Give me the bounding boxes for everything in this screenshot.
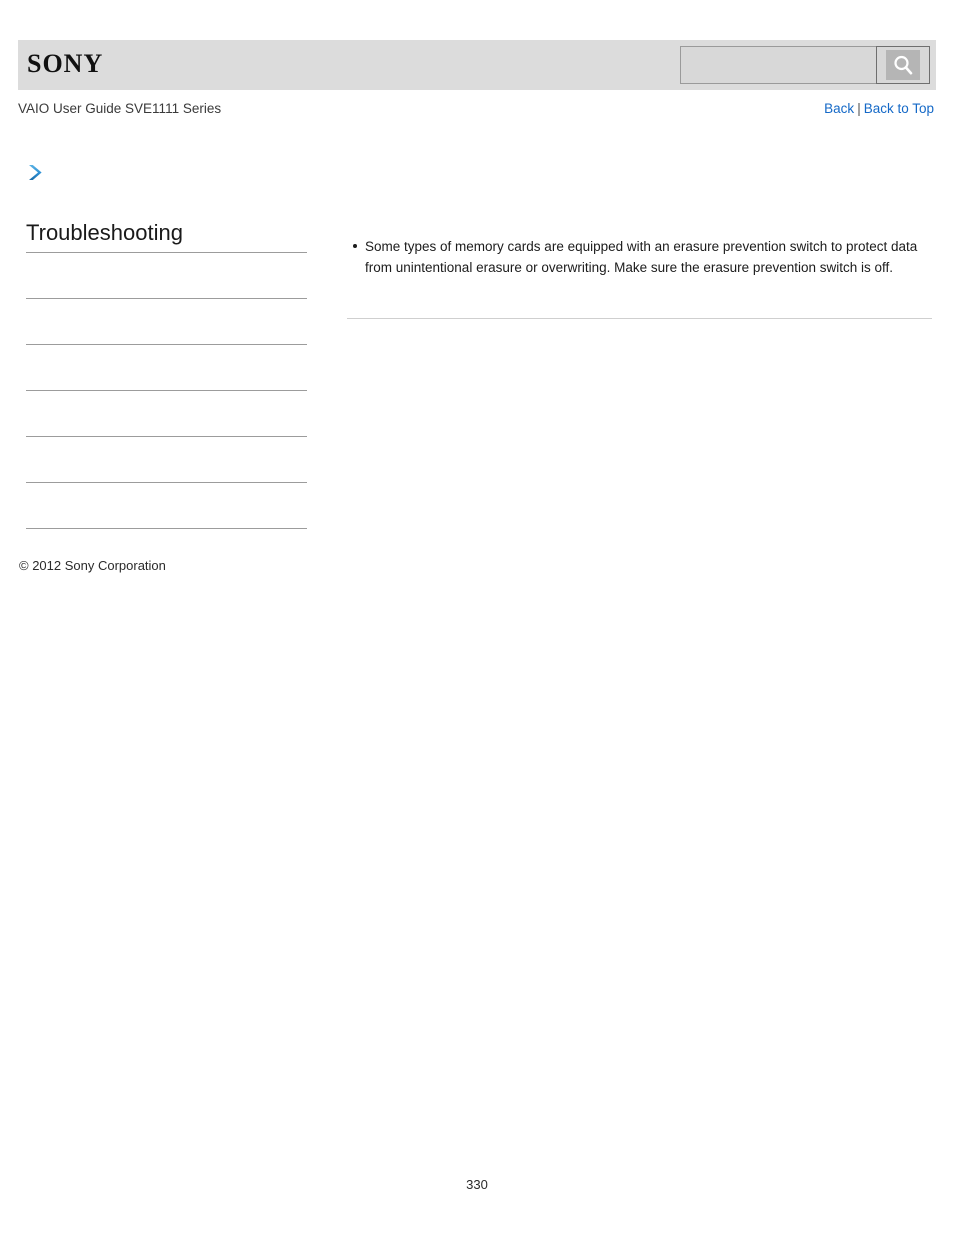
header-nav-links: Back | Back to Top [824, 101, 934, 116]
search-icon [886, 50, 920, 80]
sidebar-slot [26, 391, 307, 436]
bullet-list: Some types of memory cards are equipped … [347, 236, 932, 278]
site-header: SONY [18, 40, 936, 90]
link-separator: | [857, 101, 861, 116]
search-input[interactable] [680, 46, 876, 84]
sidebar-divider [26, 528, 307, 529]
page-number: 330 [466, 1177, 488, 1192]
sidebar-slot [26, 483, 307, 528]
list-item: Some types of memory cards are equipped … [353, 236, 932, 278]
back-to-top-link[interactable]: Back to Top [864, 101, 934, 116]
content-divider [347, 318, 932, 319]
sony-logo: SONY [27, 49, 104, 78]
page-title: Troubleshooting [26, 220, 183, 245]
search-area [680, 46, 930, 84]
sidebar: Troubleshooting [26, 220, 307, 529]
sidebar-slot [26, 299, 307, 344]
sidebar-slot [26, 345, 307, 390]
chevron-right-icon[interactable] [24, 162, 46, 184]
main-content: Some types of memory cards are equipped … [347, 236, 932, 278]
guide-title: VAIO User Guide SVE1111 Series [18, 101, 222, 116]
sidebar-slot [26, 437, 307, 482]
back-link[interactable]: Back [824, 101, 854, 116]
sidebar-slot [26, 253, 307, 298]
copyright-text: © 2012 Sony Corporation [19, 558, 166, 573]
search-button[interactable] [876, 46, 930, 84]
